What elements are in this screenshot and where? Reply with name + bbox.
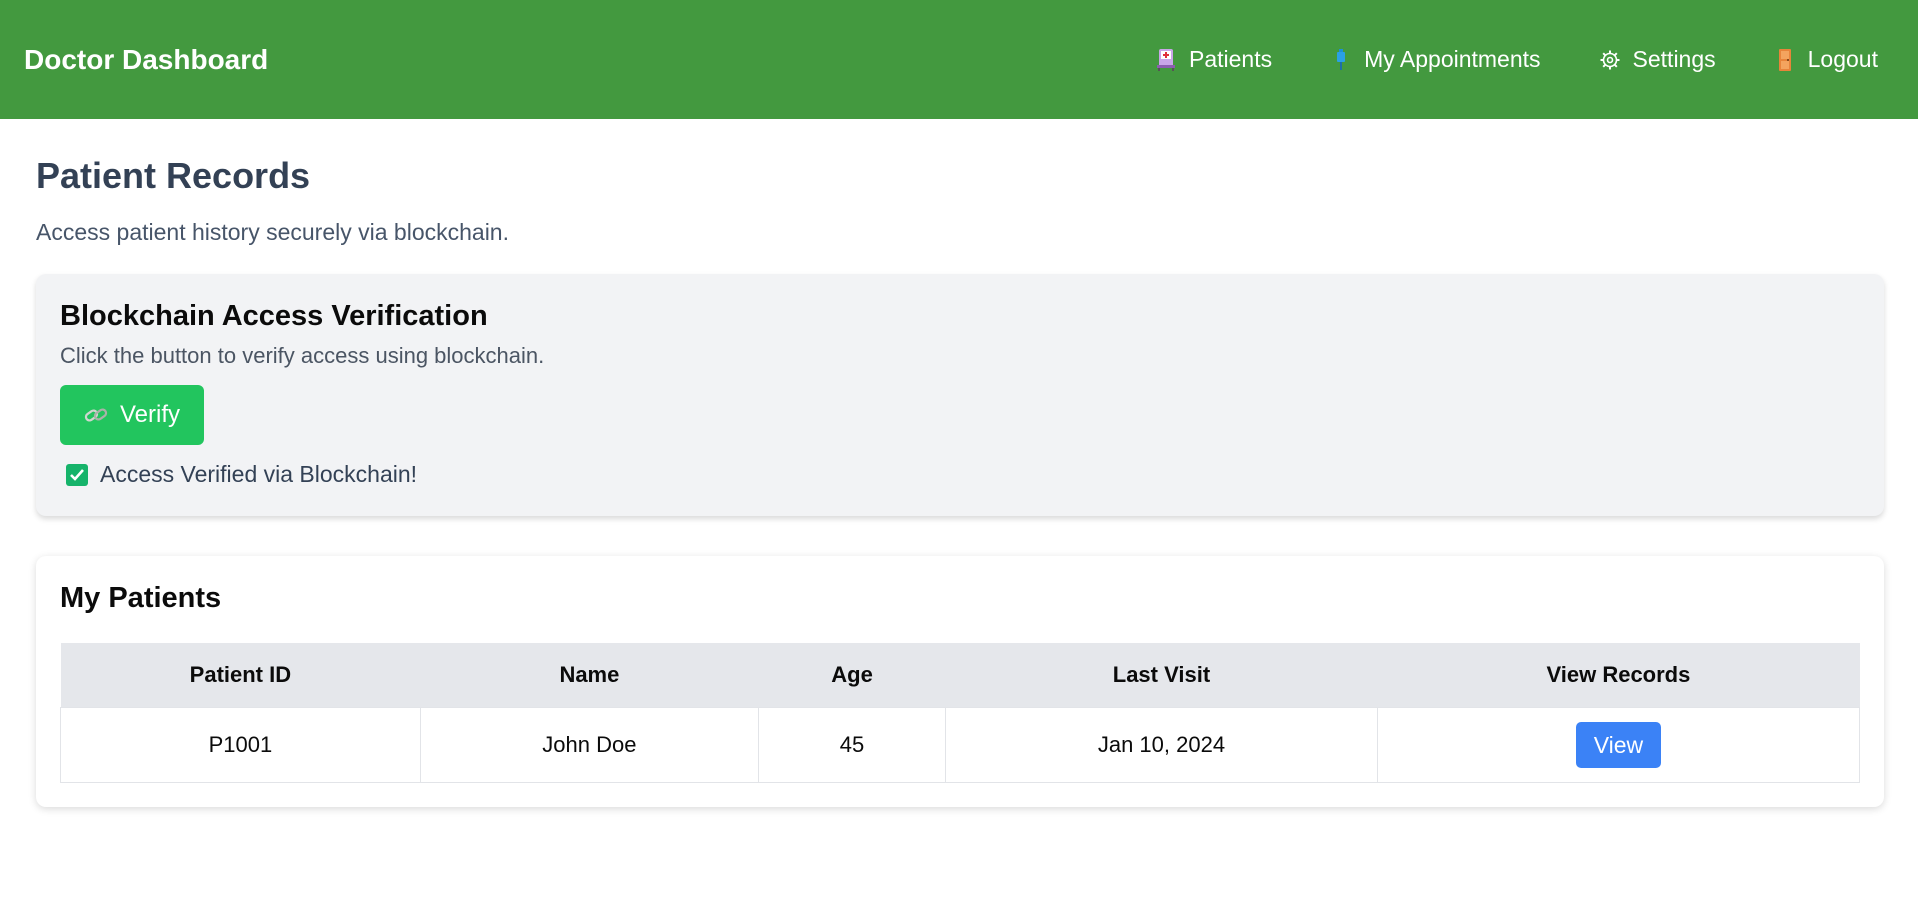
cell-view-records: View	[1376, 707, 1861, 783]
cell-last-visit: Jan 10, 2024	[945, 707, 1378, 783]
check-icon	[66, 463, 88, 486]
nav-my-appointments[interactable]: My Appointments	[1330, 46, 1541, 73]
column-header-last-visit: Last Visit	[945, 643, 1378, 708]
column-header-name: Name	[420, 643, 759, 708]
verify-button-label: Verify	[120, 401, 181, 428]
my-patients-title: My Patients	[60, 582, 222, 614]
nav-logout[interactable]: Logout	[1774, 46, 1878, 73]
syringe-icon	[1330, 48, 1352, 72]
cell-age: 45	[757, 707, 947, 783]
column-header-age: Age	[758, 643, 946, 708]
column-header-patient-id: Patient ID	[60, 643, 421, 708]
nav-settings[interactable]: Settings	[1599, 46, 1716, 73]
main-nav: Patients My Appointments Settings Logout	[1155, 46, 1878, 73]
column-header-view-records: View Records	[1377, 643, 1860, 708]
view-records-button[interactable]: View	[1575, 722, 1662, 768]
link-icon	[84, 405, 108, 425]
nav-logout-label: Logout	[1807, 46, 1878, 72]
verification-status-text: Access Verified via Blockchain!	[100, 461, 418, 487]
page-title: Patient Records	[36, 155, 311, 196]
table-row: P1001 John Doe 45 Jan 10, 2024 View	[60, 707, 1861, 783]
blockchain-verification-card: Blockchain Access Verification Click the…	[36, 274, 1884, 516]
verify-button[interactable]: Verify	[60, 385, 205, 445]
my-patients-card: My Patients Patient ID Name Age Last Vis…	[36, 556, 1884, 807]
cell-name: John Doe	[419, 707, 760, 783]
gear-icon	[1599, 48, 1621, 72]
nav-patients-label: Patients	[1189, 46, 1273, 72]
top-navbar: Doctor Dashboard Patients My Appointment…	[0, 0, 1918, 119]
nav-patients[interactable]: Patients	[1155, 46, 1272, 73]
door-icon	[1774, 48, 1796, 72]
page-subtitle: Access patient history securely via bloc…	[36, 219, 509, 245]
verification-status: Access Verified via Blockchain!	[60, 461, 1860, 488]
patients-table: Patient ID Name Age Last Visit View Reco…	[60, 643, 1861, 783]
nav-my-appointments-label: My Appointments	[1364, 46, 1541, 72]
main-content: Patient Records Access patient history s…	[0, 119, 1918, 807]
table-header-row: Patient ID Name Age Last Visit View Reco…	[60, 643, 1860, 708]
app-title: Doctor Dashboard	[24, 43, 269, 75]
verification-title: Blockchain Access Verification	[60, 300, 488, 332]
verification-description: Click the button to verify access using …	[60, 343, 545, 368]
cell-patient-id: P1001	[60, 707, 421, 783]
hospital-bed-icon	[1155, 48, 1177, 72]
nav-settings-label: Settings	[1632, 46, 1716, 72]
